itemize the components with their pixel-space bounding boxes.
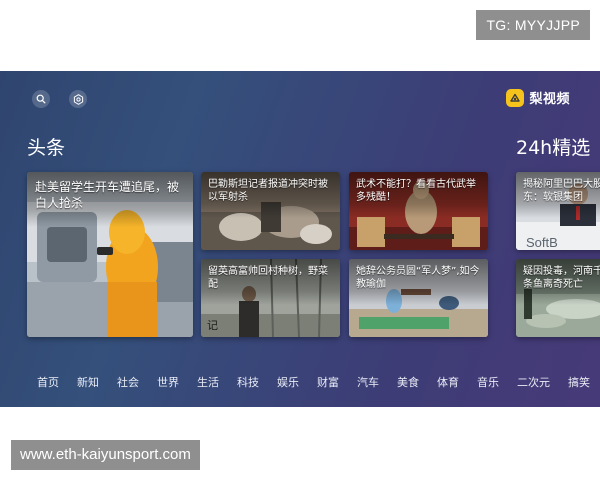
video-card-featured[interactable]: 赴美留学生开车遭追尾，被白人抢杀 [27, 172, 193, 337]
nav-item-knowledge[interactable]: 新知 [77, 374, 99, 390]
brand-name: 梨视频 [529, 92, 570, 107]
section-title-picks: 24h精选 [516, 137, 591, 159]
nav-item-home[interactable]: 首页 [37, 374, 59, 390]
video-card[interactable]: 巴勒斯坦记者报道冲突时被以军射杀 [201, 172, 340, 250]
video-card[interactable]: 疑因投毒，河南千条鱼离奇死亡 [516, 259, 600, 337]
nav-item-finance[interactable]: 财富 [317, 374, 339, 390]
nav-item-anime[interactable]: 二次元 [517, 374, 550, 390]
video-card-title: 赴美留学生开车遭追尾，被白人抢杀 [27, 172, 193, 227]
video-card[interactable]: SoftB 揭秘阿里巴巴大股东：软银集团 [516, 172, 600, 250]
nav-item-food[interactable]: 美食 [397, 374, 419, 390]
video-card-title: 留英高富帅回村种树，野菜配 [201, 259, 340, 305]
nav-item-life[interactable]: 生活 [197, 374, 219, 390]
video-card-title: 她辞公务员圆“军人梦”,如今教瑜伽 [349, 259, 488, 305]
video-card[interactable]: 记 留英高富帅回村种树，野菜配 [201, 259, 340, 337]
search-button[interactable] [32, 90, 50, 108]
section-title-headline: 头条 [27, 137, 66, 159]
video-card-title: 揭秘阿里巴巴大股东：软银集团 [516, 172, 600, 218]
video-card-title: 武术不能打？看看古代武举多残酷！ [349, 172, 488, 218]
nav-item-society[interactable]: 社会 [117, 374, 139, 390]
video-card-title: 巴勒斯坦记者报道冲突时被以军射杀 [201, 172, 340, 218]
svg-text:记: 记 [207, 319, 218, 332]
page: TG: MYYJJPP 梨视频 头条 24h精选 赴美留学生开车遭追尾，被白人抢… [0, 0, 600, 480]
nav-item-entertainment[interactable]: 娱乐 [277, 374, 299, 390]
nav-item-sports[interactable]: 体育 [437, 374, 459, 390]
nav-item-auto[interactable]: 汽车 [357, 374, 379, 390]
brand: 梨视频 [506, 88, 570, 107]
svg-text:SoftB: SoftB [526, 235, 558, 250]
settings-button[interactable] [69, 90, 87, 108]
video-card[interactable]: 她辞公务员圆“军人梦”,如今教瑜伽 [349, 259, 488, 337]
search-icon [36, 94, 46, 104]
category-nav: 首页 新知 社会 世界 生活 科技 娱乐 财富 汽车 美食 体育 音乐 二次元 … [37, 374, 600, 390]
tv-app-screen: 梨视频 头条 24h精选 赴美留学生开车遭追尾，被白人抢杀 巴勒斯坦记者报道冲突… [0, 71, 600, 407]
telegram-watermark: TG: MYYJJPP [476, 10, 590, 40]
nav-item-funny[interactable]: 搞笑 [568, 374, 590, 390]
video-card[interactable]: 武术不能打？看看古代武举多残酷！ [349, 172, 488, 250]
nav-item-world[interactable]: 世界 [157, 374, 179, 390]
nav-item-tech[interactable]: 科技 [237, 374, 259, 390]
settings-icon [73, 93, 83, 105]
site-watermark: www.eth-kaiyunsport.com [11, 440, 200, 470]
video-card-title: 疑因投毒，河南千条鱼离奇死亡 [516, 259, 600, 305]
nav-item-music[interactable]: 音乐 [477, 374, 499, 390]
pear-logo-icon [506, 88, 525, 107]
